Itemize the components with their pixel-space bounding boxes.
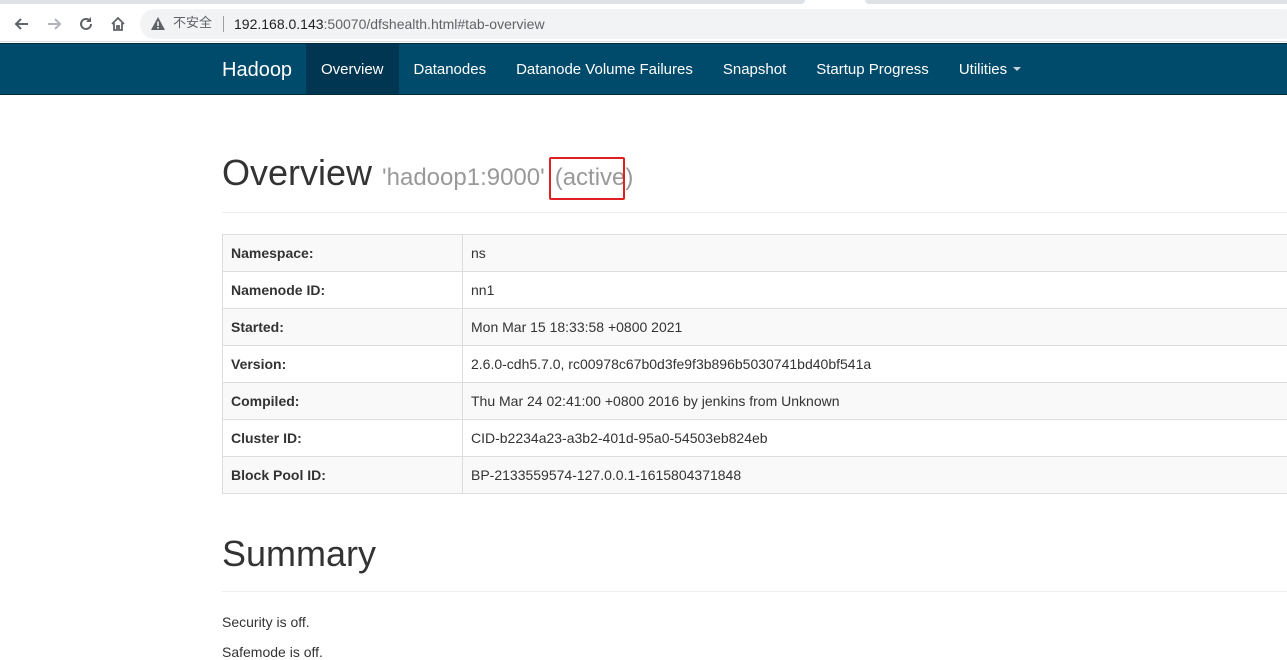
reload-icon — [80, 17, 92, 30]
nav-item-startup-progress[interactable]: Startup Progress — [801, 44, 944, 94]
back-button[interactable] — [8, 10, 36, 38]
overview-host: 'hadoop1:9000' — [382, 164, 545, 191]
table-row: Block Pool ID: BP-2133559574-127.0.0.1-1… — [222, 456, 1287, 494]
back-arrow-icon — [14, 18, 28, 30]
overview-table: Namespace: ns Namenode ID: nn1 Started: … — [222, 234, 1287, 494]
browser-toolbar: 不安全 192.168.0.143:50070/dfshealth.html#t… — [0, 6, 1287, 42]
hadoop-navbar: Hadoop Overview Datanodes Datanode Volum… — [0, 43, 1287, 95]
caret-down-icon — [1013, 67, 1022, 71]
row-label: Version: — [222, 345, 463, 383]
row-label: Started: — [222, 308, 463, 346]
row-value: nn1 — [462, 271, 1287, 309]
row-label: Block Pool ID: — [222, 456, 463, 494]
nav-item-utilities[interactable]: Utilities — [944, 44, 1036, 94]
table-row: Compiled: Thu Mar 24 02:41:00 +0800 2016… — [222, 382, 1287, 420]
table-row: Started: Mon Mar 15 18:33:58 +0800 2021 — [222, 308, 1287, 346]
table-row: Namenode ID: nn1 — [222, 271, 1287, 309]
row-value: 2.6.0-cdh5.7.0, rc00978c67b0d3fe9f3b896b… — [462, 345, 1287, 383]
row-value: Thu Mar 24 02:41:00 +0800 2016 by jenkin… — [462, 382, 1287, 420]
row-value: BP-2133559574-127.0.0.1-1615804371848 — [462, 456, 1287, 494]
nav-item-datanode-volume-failures[interactable]: Datanode Volume Failures — [501, 44, 708, 94]
address-bar[interactable]: 不安全 192.168.0.143:50070/dfshealth.html#t… — [140, 9, 1287, 39]
row-value: Mon Mar 15 18:33:58 +0800 2021 — [462, 308, 1287, 346]
row-label: Cluster ID: — [222, 419, 463, 457]
warning-icon — [151, 17, 165, 30]
security-status-text: Security is off. — [222, 614, 310, 630]
forward-button[interactable] — [40, 10, 68, 38]
address-divider — [223, 16, 224, 32]
nav-item-utilities-label: Utilities — [958, 60, 1008, 78]
summary-header: Summary — [222, 532, 1287, 592]
reload-button[interactable] — [72, 10, 100, 38]
nav-item-datanodes[interactable]: Datanodes — [399, 44, 502, 94]
browser-tab-inactive[interactable] — [0, 0, 805, 4]
security-status-label[interactable]: 不安全 — [173, 16, 212, 32]
overview-header: Overview 'hadoop1:9000' (active) — [222, 151, 1287, 213]
url-path: :50070/dfshealth.html#tab-overview — [323, 16, 545, 32]
highlight-annotation — [549, 157, 625, 200]
forward-arrow-icon — [48, 18, 62, 30]
table-row: Version: 2.6.0-cdh5.7.0, rc00978c67b0d3f… — [222, 345, 1287, 383]
nav-menu: Overview Datanodes Datanode Volume Failu… — [306, 44, 1036, 94]
home-icon — [111, 16, 125, 31]
row-value: ns — [462, 234, 1287, 272]
row-label: Compiled: — [222, 382, 463, 420]
table-row: Cluster ID: CID-b2234a23-a3b2-401d-95a0-… — [222, 419, 1287, 457]
row-label: Namespace: — [222, 234, 463, 272]
row-label: Namenode ID: — [222, 271, 463, 309]
table-row: Namespace: ns — [222, 234, 1287, 272]
summary-title: Summary — [222, 533, 377, 574]
url-text[interactable]: 192.168.0.143:50070/dfshealth.html#tab-o… — [234, 15, 545, 33]
url-host: 192.168.0.143 — [234, 16, 324, 32]
home-button[interactable] — [104, 10, 132, 38]
nav-item-snapshot[interactable]: Snapshot — [708, 44, 801, 94]
browser-tab-inactive[interactable] — [865, 0, 1287, 4]
nav-item-overview[interactable]: Overview — [306, 44, 399, 94]
row-value: CID-b2234a23-a3b2-401d-95a0-54503eb824eb — [462, 419, 1287, 457]
overview-title: Overview — [222, 152, 373, 193]
brand-logo[interactable]: Hadoop — [222, 58, 292, 82]
safemode-status-text: Safemode is off. — [222, 644, 323, 660]
page-title: Overview 'hadoop1:9000' (active) — [222, 151, 1287, 200]
